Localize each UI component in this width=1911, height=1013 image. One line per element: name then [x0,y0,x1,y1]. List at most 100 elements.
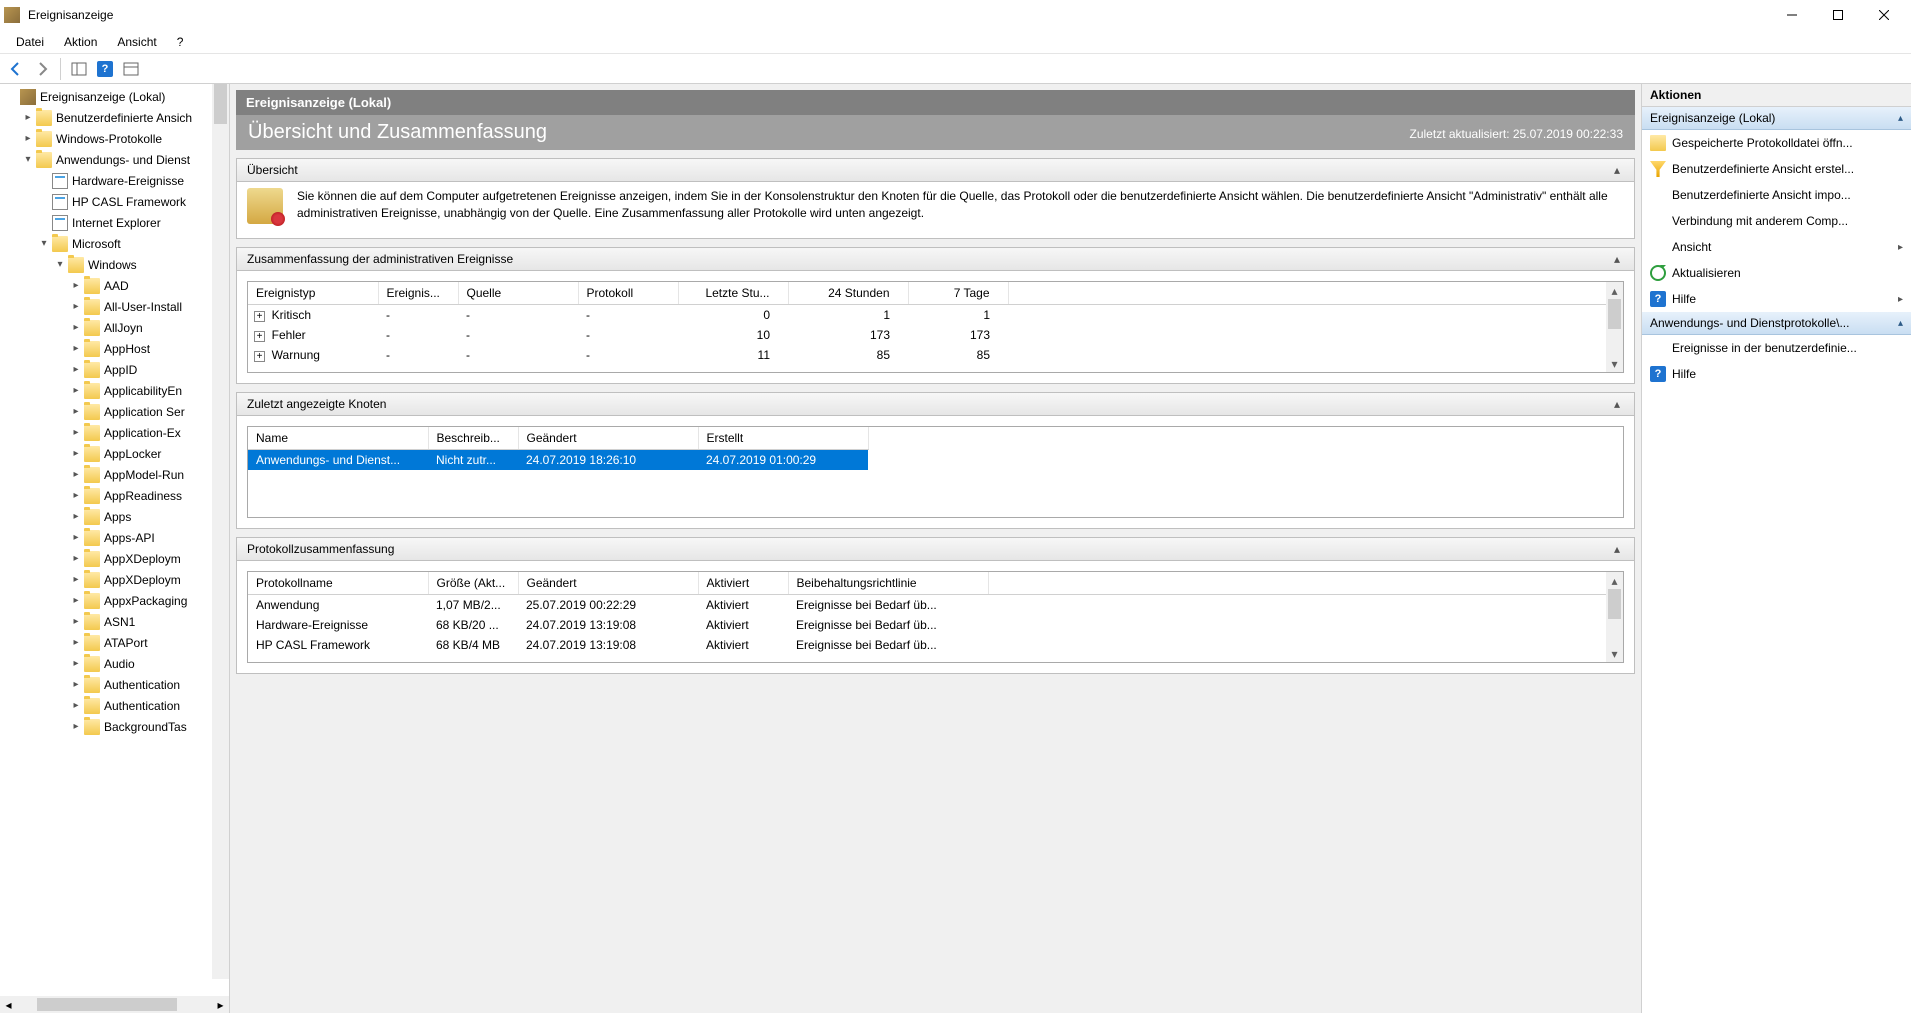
logsum-table[interactable]: Protokollname Größe (Akt... Geändert Akt… [248,572,1623,655]
summary-header[interactable]: Zusammenfassung der administrativen Erei… [237,248,1634,271]
forward-button[interactable] [30,57,54,81]
tree-item-applocker[interactable]: ▸AppLocker [0,443,229,464]
expand-icon[interactable]: ▸ [68,658,84,669]
tree-app-logs[interactable]: ▾Anwendungs- und Dienst [0,149,229,170]
expand-icon[interactable]: ▸ [68,364,84,375]
expand-icon[interactable]: ▸ [68,553,84,564]
tree-item-all-user-install[interactable]: ▸All-User-Install [0,296,229,317]
action-view[interactable]: Ansicht▸ [1642,234,1911,260]
action-help[interactable]: ?Hilfe [1642,361,1911,387]
tree-hp-casl[interactable]: HP CASL Framework [0,191,229,212]
col-source[interactable]: Quelle [458,282,578,305]
expand-icon[interactable]: ▸ [68,301,84,312]
tree-view[interactable]: Ereignisanzeige (Lokal)▸Benutzerdefinier… [0,84,229,996]
tree-item-audio[interactable]: ▸Audio [0,653,229,674]
tree-custom-views[interactable]: ▸Benutzerdefinierte Ansich [0,107,229,128]
col-name[interactable]: Name [248,427,428,450]
expand-icon[interactable]: ▾ [52,259,68,270]
back-button[interactable] [4,57,28,81]
col-event-type[interactable]: Ereignistyp [248,282,378,305]
col-size[interactable]: Größe (Akt... [428,572,518,595]
collapse-icon[interactable]: ▴ [1610,163,1624,177]
tree-windows[interactable]: ▾Windows [0,254,229,275]
expand-icon[interactable]: ▸ [68,511,84,522]
expand-icon[interactable]: ▾ [36,238,52,249]
action-events-in[interactable]: Ereignisse in der benutzerdefinie... [1642,335,1911,361]
tree-item-ataport[interactable]: ▸ATAPort [0,632,229,653]
action-open-saved[interactable]: Gespeicherte Protokolldatei öffn... [1642,130,1911,156]
tree-item-authentication[interactable]: ▸Authentication [0,674,229,695]
menu-view[interactable]: Ansicht [107,32,166,52]
tree-item-appxdeploym[interactable]: ▸AppXDeploym [0,548,229,569]
menu-help[interactable]: ? [167,32,194,52]
table-row[interactable]: + Warnung---118585 [248,345,1623,365]
table-row[interactable]: Hardware-Ereignisse68 KB/20 ...24.07.201… [248,615,1623,635]
col-log[interactable]: Protokoll [578,282,678,305]
table-row[interactable]: Anwendung1,07 MB/2...25.07.2019 00:22:29… [248,595,1623,616]
expand-box-icon[interactable]: + [254,311,265,322]
summary-scrollbar[interactable]: ▴▾ [1606,282,1623,372]
expand-icon[interactable]: ▸ [68,343,84,354]
tree-item-application-ser[interactable]: ▸Application Ser [0,401,229,422]
expand-icon[interactable]: ▸ [68,700,84,711]
tree-horizontal-scrollbar[interactable]: ◂ ▸ [0,996,229,1013]
tree-item-appmodel-run[interactable]: ▸AppModel-Run [0,464,229,485]
col-last-hour[interactable]: Letzte Stu... [678,282,788,305]
col-desc[interactable]: Beschreib... [428,427,518,450]
tree-item-applicabilityen[interactable]: ▸ApplicabilityEn [0,380,229,401]
tree-root[interactable]: Ereignisanzeige (Lokal) [0,86,229,107]
minimize-button[interactable] [1769,0,1815,30]
table-row[interactable]: + Kritisch---011 [248,305,1623,326]
overview-header[interactable]: Übersicht ▴ [237,159,1634,182]
col-retention[interactable]: Beibehaltungsrichtlinie [788,572,988,595]
expand-icon[interactable]: ▸ [68,637,84,648]
collapse-icon[interactable]: ▴ [1610,252,1624,266]
col-changed[interactable]: Geändert [518,572,698,595]
expand-icon[interactable]: ▸ [68,595,84,606]
show-hide-tree-button[interactable] [67,57,91,81]
expand-icon[interactable]: ▸ [68,574,84,585]
scroll-left-button[interactable]: ◂ [0,996,17,1013]
table-row[interactable]: + Fehler---10173173 [248,325,1623,345]
help-button[interactable]: ? [93,57,117,81]
expand-icon[interactable]: ▸ [68,385,84,396]
expand-icon[interactable]: ▸ [68,469,84,480]
expand-icon[interactable]: ▸ [20,133,36,144]
col-event-id[interactable]: Ereignis... [378,282,458,305]
actions-group-header[interactable]: Anwendungs- und Dienstprotokolle\... ▴ [1642,312,1911,335]
tree-hardware-events[interactable]: Hardware-Ereignisse [0,170,229,191]
expand-icon[interactable]: ▸ [68,532,84,543]
close-button[interactable] [1861,0,1907,30]
tree-item-apphost[interactable]: ▸AppHost [0,338,229,359]
tree-vertical-scrollbar[interactable] [212,84,229,979]
tree-item-apps-api[interactable]: ▸Apps-API [0,527,229,548]
expand-icon[interactable]: ▸ [68,616,84,627]
scroll-right-button[interactable]: ▸ [212,996,229,1013]
tree-internet-explorer[interactable]: Internet Explorer [0,212,229,233]
action-import-view[interactable]: Benutzerdefinierte Ansicht impo... [1642,182,1911,208]
recent-table[interactable]: Name Beschreib... Geändert Erstellt Anwe… [248,427,869,470]
tree-item-application-ex[interactable]: ▸Application-Ex [0,422,229,443]
tree-item-aad[interactable]: ▸AAD [0,275,229,296]
expand-icon[interactable]: ▸ [68,406,84,417]
menu-file[interactable]: Datei [6,32,54,52]
tree-item-apps[interactable]: ▸Apps [0,506,229,527]
tree-item-backgroundtas[interactable]: ▸BackgroundTas [0,716,229,737]
tree-windows-logs[interactable]: ▸Windows-Protokolle [0,128,229,149]
tree-item-asn1[interactable]: ▸ASN1 [0,611,229,632]
collapse-icon[interactable]: ▴ [1610,397,1624,411]
tree-item-appxdeploym[interactable]: ▸AppXDeploym [0,569,229,590]
action-create-view[interactable]: Benutzerdefinierte Ansicht erstel... [1642,156,1911,182]
actions-group-header[interactable]: Ereignisanzeige (Lokal) ▴ [1642,107,1911,130]
summary-table[interactable]: Ereignistyp Ereignis... Quelle Protokoll… [248,282,1623,365]
col-logname[interactable]: Protokollname [248,572,428,595]
expand-icon[interactable]: ▸ [68,490,84,501]
col-24h[interactable]: 24 Stunden [788,282,908,305]
expand-icon[interactable]: ▸ [68,322,84,333]
logsum-header[interactable]: Protokollzusammenfassung ▴ [237,538,1634,561]
tree-item-appid[interactable]: ▸AppID [0,359,229,380]
action-help[interactable]: ?Hilfe▸ [1642,286,1911,312]
expand-icon[interactable]: ▾ [20,154,36,165]
collapse-icon[interactable]: ▴ [1610,542,1624,556]
expand-icon[interactable]: ▸ [68,721,84,732]
